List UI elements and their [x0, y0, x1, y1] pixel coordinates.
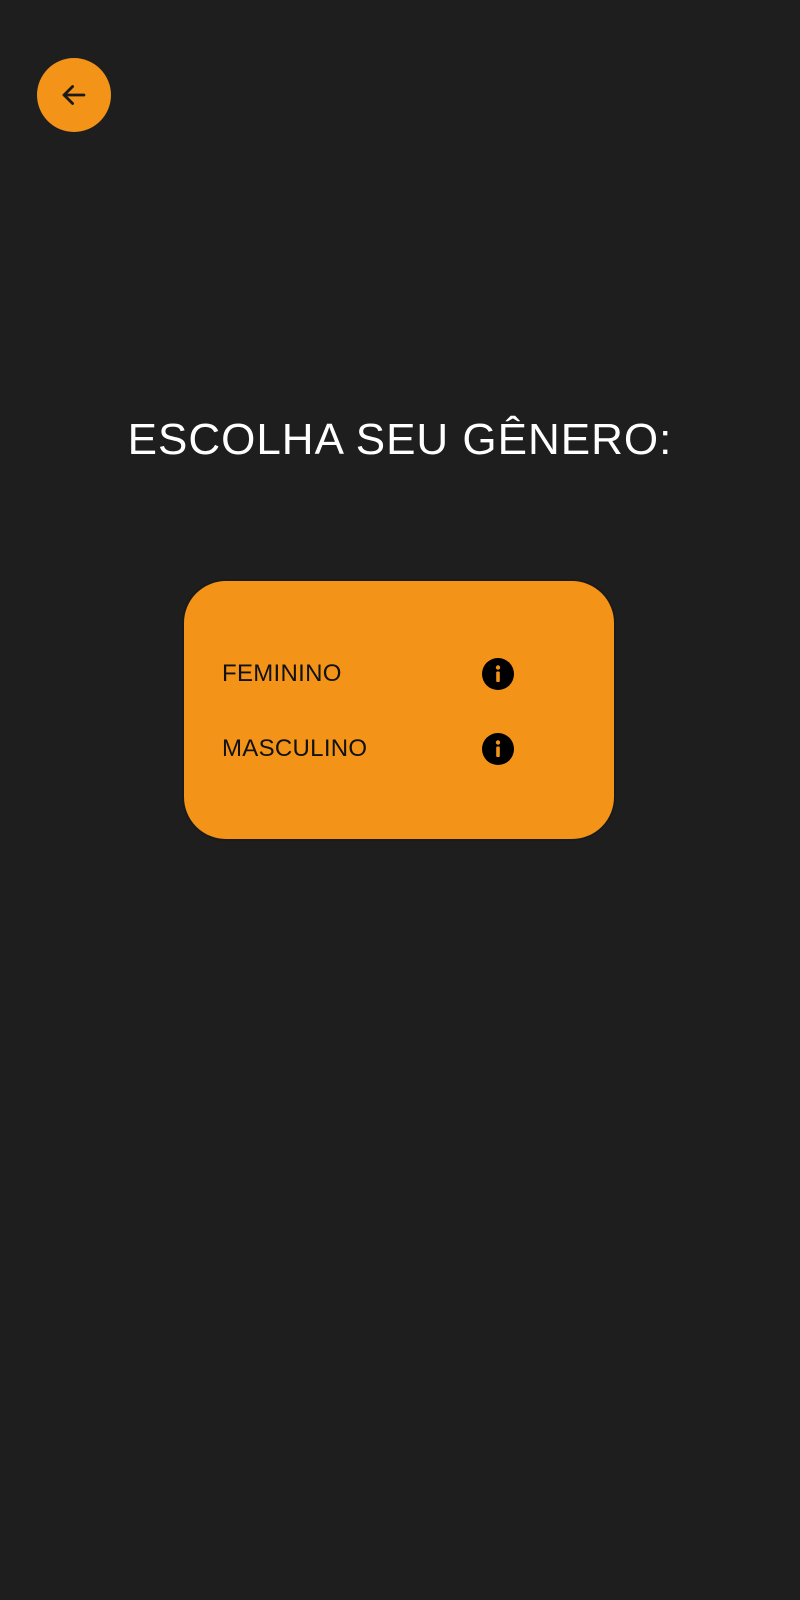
page-title: ESCOLHA SEU GÊNERO:	[127, 415, 673, 464]
back-button[interactable]	[37, 58, 111, 132]
gender-options-card: FEMININO MASCULINO	[182, 579, 616, 841]
option-label: MASCULINO	[222, 735, 368, 762]
info-icon[interactable]	[482, 658, 514, 690]
gender-option-masculino[interactable]: MASCULINO	[222, 729, 522, 769]
gender-option-feminino[interactable]: FEMININO	[222, 654, 522, 694]
option-label: FEMININO	[222, 660, 342, 687]
arrow-left-icon	[57, 78, 91, 112]
info-icon[interactable]	[482, 733, 514, 765]
